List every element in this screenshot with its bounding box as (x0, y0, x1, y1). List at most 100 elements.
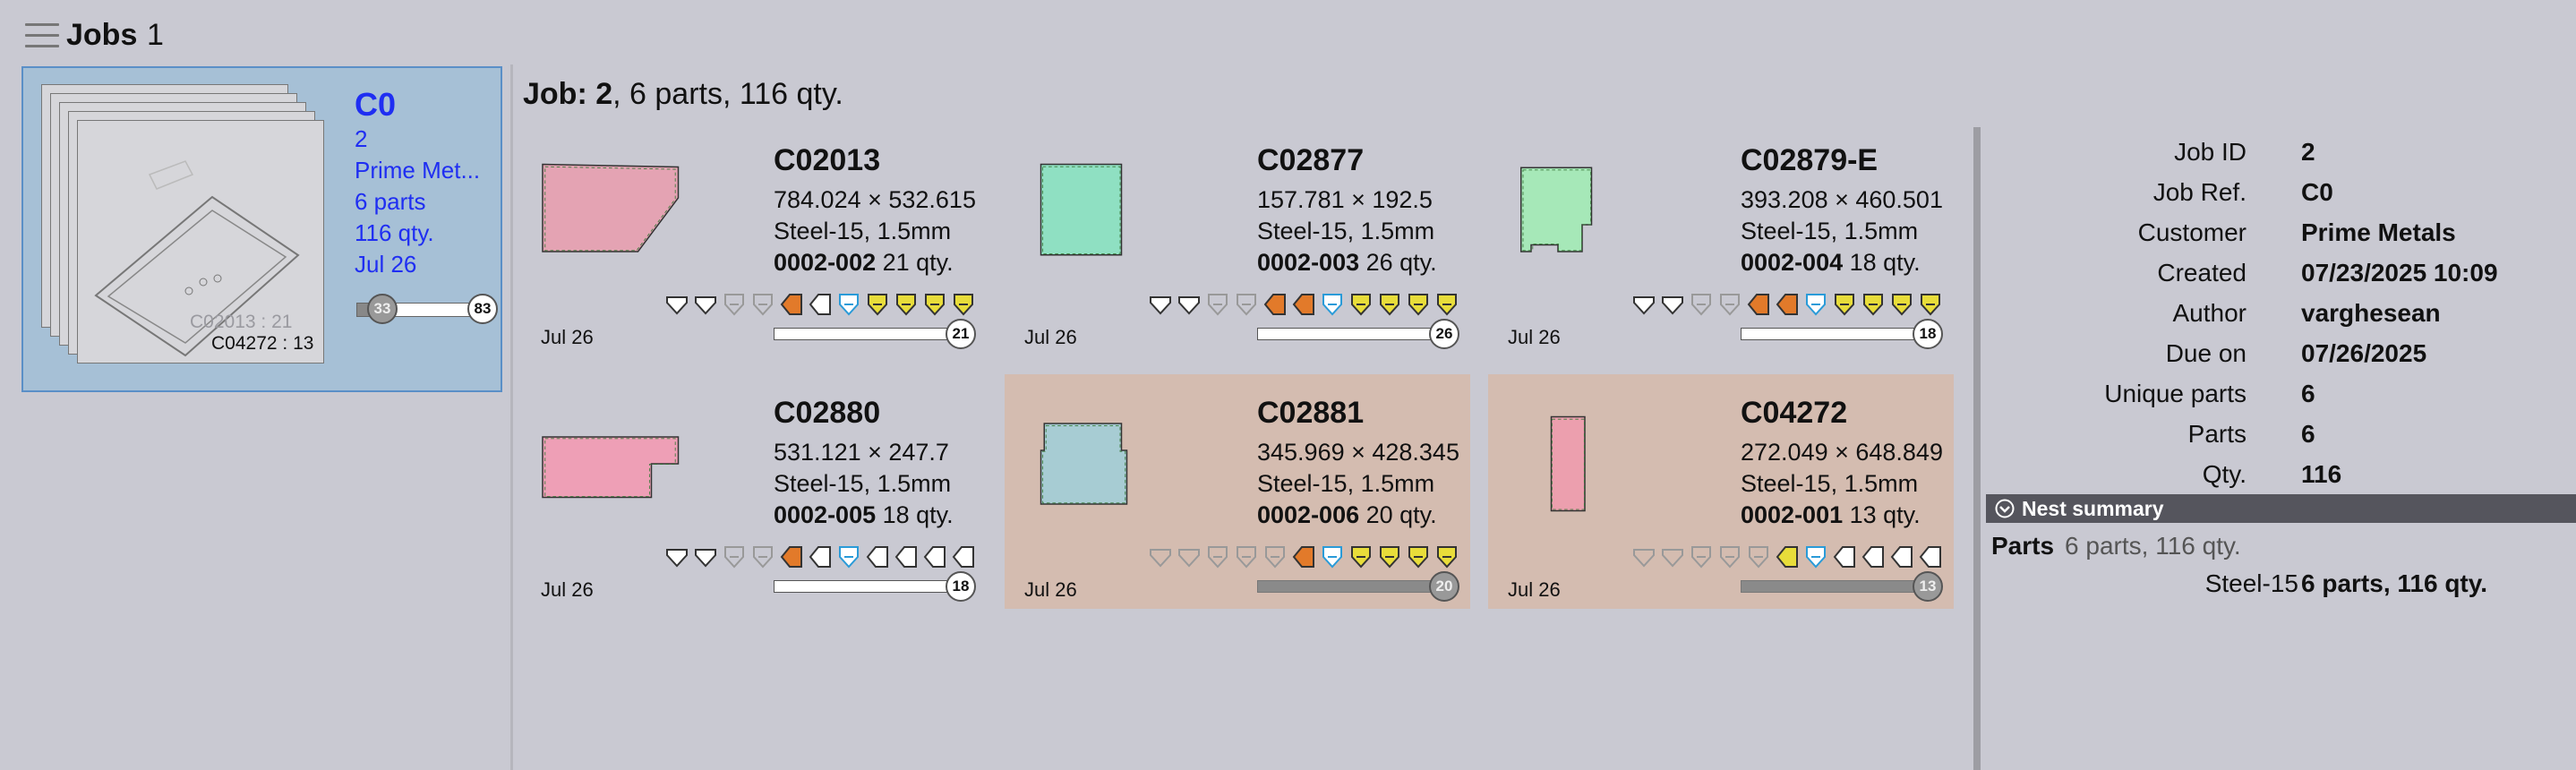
part-progress-knob[interactable]: 13 (1913, 571, 1943, 602)
process-yellow-icon[interactable] (1348, 544, 1374, 569)
process-white-icon[interactable] (1832, 544, 1857, 569)
process-tri-icon[interactable] (693, 292, 718, 317)
process-grey-icon[interactable] (750, 544, 775, 569)
info-row: Job Ref. C0 (1981, 178, 2576, 218)
part-progress-slider[interactable]: 18 (1741, 319, 1943, 353)
process-orange-icon[interactable] (1262, 292, 1288, 317)
process-white-icon[interactable] (808, 292, 833, 317)
process-orange-icon[interactable] (779, 292, 804, 317)
part-progress-slider[interactable]: 21 (774, 319, 976, 353)
info-row: Parts 6 (1981, 420, 2576, 459)
process-yellow-icon[interactable] (951, 292, 976, 317)
info-splitter[interactable] (1973, 127, 1981, 770)
part-card[interactable]: C02881 345.969 × 428.345 Steel-15, 1.5mm… (1005, 374, 1470, 609)
process-orange-icon[interactable] (779, 544, 804, 569)
part-name: C02879-E (1741, 143, 1879, 177)
process-icons (1148, 544, 1459, 569)
process-yellow-icon[interactable] (865, 292, 890, 317)
process-grey-icon[interactable] (1234, 292, 1259, 317)
info-label: Parts (2187, 420, 2247, 448)
process-yellow-icon[interactable] (1889, 292, 1914, 317)
process-grey-icon[interactable] (1717, 292, 1742, 317)
job-id: 2 (355, 125, 368, 152)
process-yellow-icon[interactable] (1377, 292, 1402, 317)
process-white-icon[interactable] (951, 544, 976, 569)
process-white-icon[interactable] (1918, 544, 1943, 569)
process-orange-icon[interactable] (1775, 292, 1800, 317)
process-white-icon[interactable] (894, 544, 919, 569)
process-white-icon[interactable] (808, 544, 833, 569)
process-yellow-icon[interactable] (1377, 544, 1402, 569)
part-card[interactable]: C02880 531.121 × 247.7 Steel-15, 1.5mm 0… (521, 374, 987, 609)
process-icons (1148, 292, 1459, 317)
part-progress-slider[interactable]: 26 (1257, 319, 1459, 353)
process-greytri-icon[interactable] (1177, 544, 1202, 569)
part-progress-slider[interactable]: 13 (1741, 571, 1943, 605)
process-white-icon[interactable] (922, 544, 947, 569)
process-grey-icon[interactable] (1262, 544, 1288, 569)
process-tri-icon[interactable] (1148, 292, 1173, 317)
part-progress-knob[interactable]: 26 (1429, 319, 1459, 349)
process-yellow-icon[interactable] (922, 292, 947, 317)
process-grey-icon[interactable] (1689, 292, 1714, 317)
process-grey-icon[interactable] (1689, 544, 1714, 569)
part-progress-knob[interactable]: 18 (1913, 319, 1943, 349)
process-blue-icon[interactable] (836, 292, 861, 317)
process-grey-icon[interactable] (1205, 544, 1230, 569)
part-progress-slider[interactable]: 20 (1257, 571, 1459, 605)
process-white-icon[interactable] (1861, 544, 1886, 569)
process-blue-icon[interactable] (1803, 544, 1828, 569)
process-yellow-icon[interactable] (1348, 292, 1374, 317)
part-card[interactable]: C02877 157.781 × 192.5 Steel-15, 1.5mm 0… (1005, 122, 1470, 356)
process-grey-icon[interactable] (722, 292, 747, 317)
part-card[interactable]: C04272 272.049 × 648.849 Steel-15, 1.5mm… (1488, 374, 1954, 609)
process-greytri-icon[interactable] (1631, 544, 1656, 569)
process-yellow-icon[interactable] (894, 292, 919, 317)
part-progress-knob[interactable]: 21 (946, 319, 976, 349)
process-white-icon[interactable] (865, 544, 890, 569)
process-orange-icon[interactable] (1746, 292, 1771, 317)
process-blue-icon[interactable] (1803, 292, 1828, 317)
process-tri-icon[interactable] (1660, 292, 1685, 317)
process-tri-icon[interactable] (693, 544, 718, 569)
part-progress-knob[interactable]: 20 (1429, 571, 1459, 602)
process-yellow-icon[interactable] (1434, 544, 1459, 569)
panel-divider[interactable] (510, 64, 513, 770)
progress-min-knob[interactable]: 33 (367, 294, 398, 324)
process-grey-icon[interactable] (750, 292, 775, 317)
progress-max-knob[interactable]: 83 (467, 294, 498, 324)
process-yellow-icon[interactable] (1406, 292, 1431, 317)
job-progress-slider[interactable]: 33 83 (356, 294, 498, 326)
process-greytri-icon[interactable] (1660, 544, 1685, 569)
part-progress-slider[interactable]: 18 (774, 571, 976, 605)
menu-icon[interactable] (25, 23, 59, 48)
process-grey-icon[interactable] (1717, 544, 1742, 569)
process-yellow-icon[interactable] (1832, 292, 1857, 317)
part-card[interactable]: C02879-E 393.208 × 460.501 Steel-15, 1.5… (1488, 122, 1954, 356)
job-card[interactable]: C02013 : 21 C04272 : 13 C0 2 Prime Met..… (21, 66, 502, 392)
process-orange-icon[interactable] (1291, 544, 1316, 569)
process-yellow-icon[interactable] (1434, 292, 1459, 317)
nest-summary-header[interactable]: Nest summary (1986, 494, 2576, 523)
process-grey-icon[interactable] (722, 544, 747, 569)
process-tri-icon[interactable] (1631, 292, 1656, 317)
process-yellow-icon[interactable] (1406, 544, 1431, 569)
process-grey-icon[interactable] (1205, 292, 1230, 317)
process-tri-icon[interactable] (1177, 292, 1202, 317)
process-orange-icon[interactable] (1291, 292, 1316, 317)
process-blue-icon[interactable] (1320, 544, 1345, 569)
process-tri-icon[interactable] (664, 292, 689, 317)
process-blue-icon[interactable] (1320, 292, 1345, 317)
process-grey-icon[interactable] (1234, 544, 1259, 569)
process-grey-icon[interactable] (1746, 544, 1771, 569)
process-yellow-icon[interactable] (1861, 292, 1886, 317)
part-progress-knob[interactable]: 18 (946, 571, 976, 602)
process-greytri-icon[interactable] (1148, 544, 1173, 569)
process-yellowl-icon[interactable] (1775, 544, 1800, 569)
process-yellow-icon[interactable] (1918, 292, 1943, 317)
process-blue-icon[interactable] (836, 544, 861, 569)
process-tri-icon[interactable] (664, 544, 689, 569)
part-card[interactable]: C02013 784.024 × 532.615 Steel-15, 1.5mm… (521, 122, 987, 356)
info-label: Customer (2137, 218, 2247, 246)
process-white-icon[interactable] (1889, 544, 1914, 569)
